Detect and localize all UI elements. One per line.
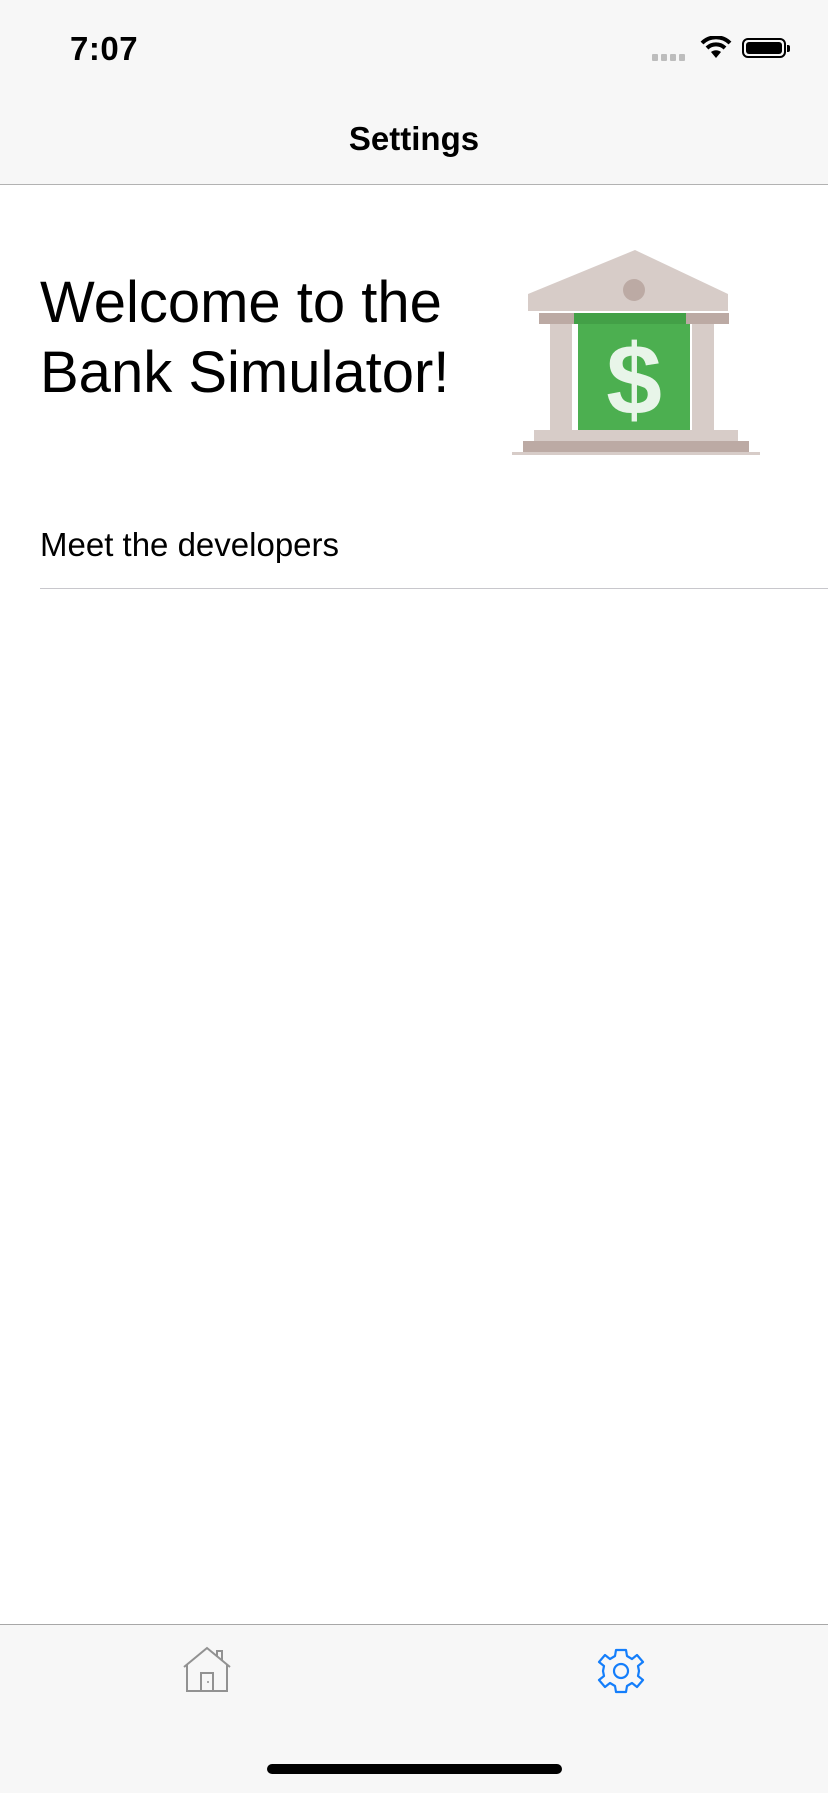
tab-home[interactable] bbox=[177, 1645, 237, 1705]
welcome-line-2: Bank Simulator! bbox=[40, 340, 450, 405]
home-indicator[interactable] bbox=[267, 1764, 562, 1774]
bank-icon: $ bbox=[512, 250, 760, 455]
cellular-signal-icon bbox=[652, 54, 685, 61]
battery-icon bbox=[742, 38, 790, 58]
page-title: Settings bbox=[348, 120, 480, 157]
welcome-heading: Welcome to the Bank Simulator! bbox=[40, 268, 500, 408]
tab-settings[interactable] bbox=[591, 1645, 651, 1705]
meet-developers-label: Meet the developers bbox=[40, 526, 340, 563]
status-time: 7:07 bbox=[70, 30, 139, 67]
top-bar: 7:07 Settings bbox=[0, 0, 828, 185]
welcome-line-1: Welcome to the bbox=[40, 270, 442, 335]
wifi-icon bbox=[700, 36, 732, 58]
gear-icon bbox=[597, 1648, 645, 1694]
svg-text:$: $ bbox=[606, 324, 662, 436]
meet-developers-row[interactable]: Meet the developers bbox=[40, 522, 828, 589]
home-icon bbox=[183, 1646, 231, 1692]
